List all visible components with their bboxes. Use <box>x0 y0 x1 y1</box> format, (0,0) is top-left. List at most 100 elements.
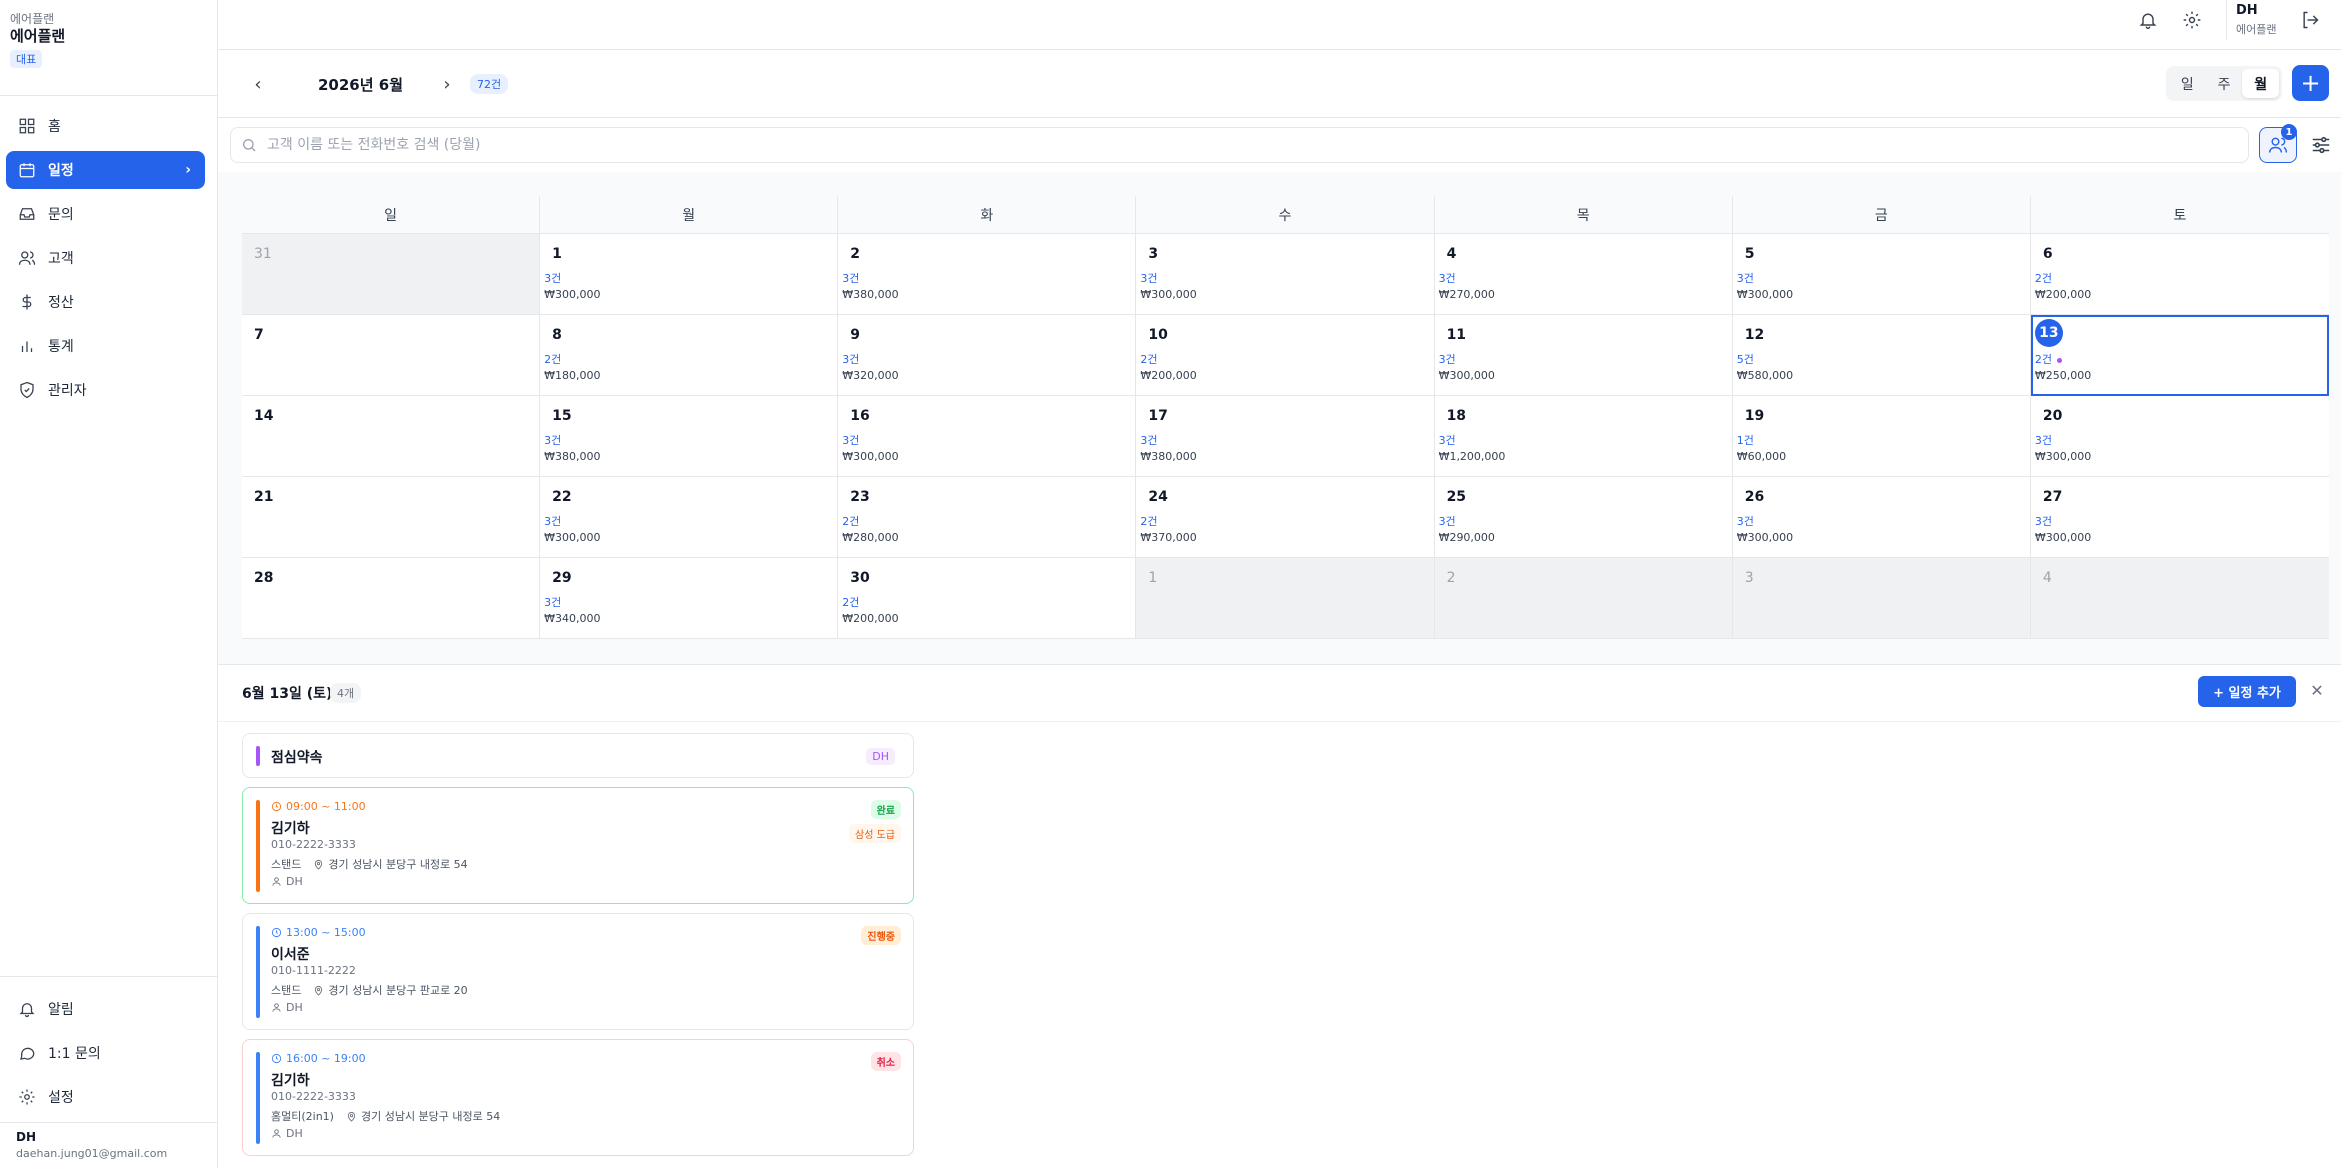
calendar-day-cell[interactable]: 1 3건 ₩300,000 <box>540 234 839 315</box>
shield-icon <box>20 381 34 399</box>
event-color-bar <box>256 1052 260 1144</box>
calendar-day-cell[interactable]: 17 3건 ₩380,000 <box>1136 396 1435 477</box>
settings-button[interactable] <box>2178 6 2206 34</box>
event-card[interactable]: 13:00 ~ 15:00 이서준 010-1111-2222 스탠드 경기 성… <box>242 913 914 1030</box>
top-user-name[interactable]: DH <box>2236 3 2258 18</box>
prev-month-button[interactable]: ‹ <box>244 70 272 98</box>
calendar-day-cell[interactable]: 30 2건 ₩200,000 <box>838 558 1137 639</box>
staff-name: DH <box>286 1001 303 1014</box>
view-day-button[interactable]: 일 <box>2169 69 2206 98</box>
day-event-count-text: 3건 <box>1438 434 1456 447</box>
sidebar-item-schedule[interactable]: 일정 › <box>6 151 205 189</box>
sidebar-item-inquiry[interactable]: 문의 <box>6 195 205 233</box>
calendar-day-cell[interactable]: 1 <box>1136 558 1435 639</box>
next-month-button[interactable]: › <box>433 70 461 98</box>
calendar-day-cell[interactable]: 15 3건 ₩380,000 <box>540 396 839 477</box>
notification-button[interactable] <box>2134 6 2162 34</box>
top-header <box>218 0 2341 50</box>
day-event-count-text: 3건 <box>544 272 562 285</box>
sidebar-item-notifications[interactable]: 알림 <box>6 990 205 1028</box>
event-title: 점심약속 <box>271 750 323 766</box>
sidebar-item-settlement[interactable]: 정산 <box>6 283 205 321</box>
day-event-count-text: 3건 <box>2034 434 2052 447</box>
calendar-day-cell[interactable]: 12 5건 ₩580,000 <box>1732 315 2031 396</box>
weekday-label: 월 <box>540 196 839 233</box>
grid-icon <box>19 118 35 134</box>
add-event-button[interactable]: + 일정 추가 <box>2198 676 2296 707</box>
chevron-right-icon: › <box>185 162 191 178</box>
calendar-day-cell[interactable]: 28 <box>242 558 541 639</box>
day-event-count-text: 3건 <box>842 353 860 366</box>
calendar-day-cell[interactable]: 20 3건 ₩300,000 <box>2030 396 2329 477</box>
calendar-day-cell[interactable]: 22 3건 ₩300,000 <box>540 477 839 558</box>
map-pin-icon <box>315 985 323 996</box>
add-schedule-button[interactable]: + <box>2292 65 2329 101</box>
calendar-day-cell[interactable]: 14 <box>242 396 541 477</box>
inbox-icon <box>19 208 35 220</box>
filter-button[interactable] <box>2303 127 2339 163</box>
calendar-day-cell[interactable]: 31 <box>242 234 541 315</box>
logout-button[interactable] <box>2296 6 2324 34</box>
service-type: 스탠드 <box>271 858 302 871</box>
calendar-day-cell[interactable]: 5 3건 ₩300,000 <box>1732 234 2031 315</box>
customer-name: 김기하 <box>271 1073 310 1089</box>
calendar-day-cell[interactable]: 2 3건 ₩380,000 <box>838 234 1137 315</box>
sidebar-item-stats[interactable]: 통계 <box>6 327 205 365</box>
calendar-day-cell[interactable]: 6 2건 ₩200,000 <box>2030 234 2329 315</box>
event-card[interactable]: 09:00 ~ 11:00 김기하 010-2222-3333 스탠드 경기 성… <box>242 787 914 904</box>
event-card[interactable]: 16:00 ~ 19:00 김기하 010-2222-3333 홈멀티(2in1… <box>242 1039 914 1156</box>
day-event-count-text: 2건 <box>1140 515 1158 528</box>
day-number: 5 <box>1744 246 1755 262</box>
memo-card[interactable]: 점심약속 DH <box>242 733 914 778</box>
calendar-day-cell[interactable]: 4 <box>2030 558 2329 639</box>
day-amount: ₩300,000 <box>1736 288 1794 301</box>
calendar-day-cell[interactable]: 21 <box>242 477 541 558</box>
day-event-count: 3건 <box>544 432 561 448</box>
calendar-day-cell[interactable]: 18 3건 ₩1,200,000 <box>1434 396 1733 477</box>
day-event-count-text: 2건 <box>842 515 860 528</box>
calendar-day-cell[interactable]: 3 3건 ₩300,000 <box>1136 234 1435 315</box>
calendar-day-cell[interactable]: 25 3건 ₩290,000 <box>1434 477 1733 558</box>
day-number: 29 <box>552 570 572 586</box>
month-count-badge: 72건 <box>470 74 509 94</box>
clock-icon <box>271 801 282 812</box>
day-amount: ₩300,000 <box>1438 369 1495 382</box>
day-event-count-text: 3건 <box>1140 434 1158 447</box>
calendar-day-cell[interactable]: 2 <box>1434 558 1733 639</box>
close-icon[interactable]: ✕ <box>2306 679 2328 701</box>
calendar-day-cell[interactable]: 16 3건 ₩300,000 <box>838 396 1137 477</box>
view-month-button[interactable]: 월 <box>2242 69 2280 98</box>
calendar-day-cell[interactable]: 7 <box>242 315 541 396</box>
view-week-button[interactable]: 주 <box>2206 69 2243 98</box>
calendar-day-cell[interactable]: 11 3건 ₩300,000 <box>1434 315 1733 396</box>
calendar-day-cell[interactable]: 24 2건 ₩370,000 <box>1136 477 1435 558</box>
day-number: 24 <box>1148 489 1168 505</box>
calendar-day-cell[interactable]: 10 2건 ₩200,000 <box>1136 315 1435 396</box>
chevron-right-icon: › <box>443 73 451 95</box>
calendar-day-cell[interactable]: 8 2건 ₩180,000 <box>540 315 839 396</box>
day-amount: ₩300,000 <box>842 450 899 463</box>
day-event-count-text: 3건 <box>842 434 860 447</box>
weekday-label: 일 <box>242 196 541 233</box>
calendar-day-cell[interactable]: 13 2건 ₩250,000 <box>2030 315 2329 396</box>
sidebar-item-customers[interactable]: 고객 <box>6 239 205 277</box>
event-time: 16:00 ~ 19:00 <box>271 1052 366 1065</box>
calendar-day-cell[interactable]: 19 1건 ₩60,000 <box>1732 396 2031 477</box>
calendar-day-cell[interactable]: 27 3건 ₩300,000 <box>2030 477 2329 558</box>
calendar-day-cell[interactable]: 3 <box>1732 558 2031 639</box>
day-event-count: 1건 <box>1737 432 1754 448</box>
day-event-count: 2건 <box>842 513 859 529</box>
calendar-day-cell[interactable]: 9 3건 ₩320,000 <box>838 315 1137 396</box>
sidebar-item-support[interactable]: 1:1 문의 <box>6 1034 205 1072</box>
search-input[interactable] <box>267 137 2248 153</box>
customer-phone: 010-1111-2222 <box>271 964 356 977</box>
calendar-day-cell[interactable]: 29 3건 ₩340,000 <box>540 558 839 639</box>
sidebar-item-home[interactable]: 홈 <box>6 107 205 145</box>
brand-name[interactable]: 에어플랜 <box>10 25 65 46</box>
day-amount: ₩370,000 <box>1140 531 1197 544</box>
sidebar-item-settings[interactable]: 설정 <box>6 1078 205 1116</box>
calendar-day-cell[interactable]: 4 3건 ₩270,000 <box>1434 234 1733 315</box>
sidebar-item-admin[interactable]: 관리자 <box>6 371 205 409</box>
calendar-day-cell[interactable]: 26 3건 ₩300,000 <box>1732 477 2031 558</box>
calendar-day-cell[interactable]: 23 2건 ₩280,000 <box>838 477 1137 558</box>
